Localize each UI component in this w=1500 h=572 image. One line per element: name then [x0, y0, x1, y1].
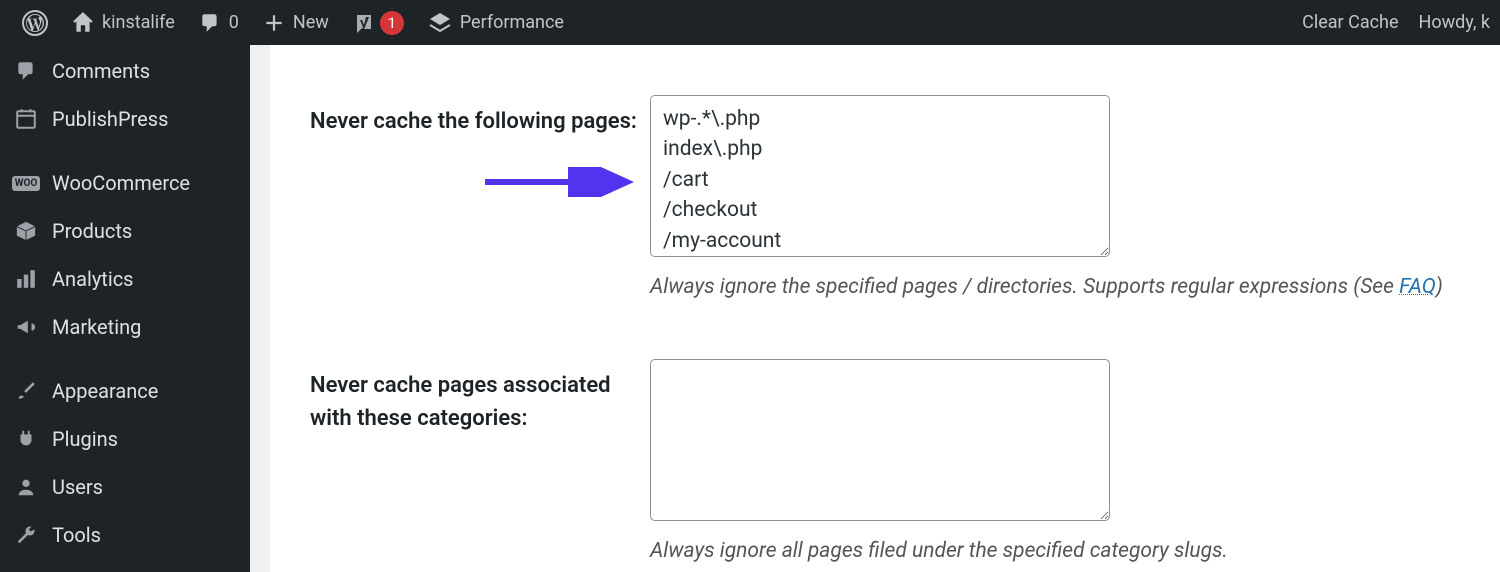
- sidebar-item-label: Analytics: [52, 267, 134, 291]
- site-name-item[interactable]: kinstalife: [60, 0, 187, 45]
- notification-badge: 1: [380, 11, 404, 35]
- never-cache-categories-row: Never cache pages associated with these …: [310, 299, 1500, 563]
- new-label: New: [293, 12, 329, 33]
- sidebar-item-tools[interactable]: Tools: [0, 511, 250, 559]
- sidebar-item-comments[interactable]: Comments: [0, 47, 250, 95]
- never-cache-pages-textarea[interactable]: [650, 95, 1110, 257]
- box-icon: [14, 220, 38, 242]
- sidebar-item-label: Plugins: [52, 427, 118, 451]
- comments-item[interactable]: 0: [187, 0, 251, 45]
- sidebar-item-label: Comments: [52, 59, 150, 83]
- sidebar-item-label: Appearance: [52, 379, 158, 403]
- sidebar-item-label: Users: [52, 475, 103, 499]
- user-icon: [14, 476, 38, 498]
- sidebar-item-publishpress[interactable]: PublishPress: [0, 95, 250, 143]
- sidebar-item-appearance[interactable]: Appearance: [0, 367, 250, 415]
- never-cache-pages-label: Never cache the following pages:: [310, 95, 650, 138]
- clear-cache-item[interactable]: Clear Cache: [1292, 0, 1408, 45]
- bar-chart-icon: [14, 268, 38, 290]
- wp-logo-menu[interactable]: [10, 0, 60, 45]
- wrench-icon: [14, 524, 38, 546]
- yoast-item[interactable]: 1: [341, 0, 416, 45]
- faq-link[interactable]: FAQ: [1399, 275, 1436, 299]
- plus-icon: [263, 12, 285, 34]
- plug-icon: [14, 428, 38, 450]
- admin-sidebar: Comments PublishPress WOO WooCommerce Pr…: [0, 45, 250, 572]
- sidebar-item-label: Tools: [52, 523, 101, 547]
- home-icon: [72, 12, 94, 34]
- settings-content: Never cache the following pages: Always …: [250, 45, 1500, 572]
- sidebar-item-label: Marketing: [52, 315, 141, 339]
- megaphone-icon: [14, 316, 38, 338]
- sidebar-item-label: Products: [52, 219, 132, 243]
- sidebar-item-analytics[interactable]: Analytics: [0, 255, 250, 303]
- sidebar-item-products[interactable]: Products: [0, 207, 250, 255]
- arrow-annotation-icon: [480, 167, 640, 197]
- new-content-item[interactable]: New: [251, 0, 341, 45]
- performance-item[interactable]: Performance: [416, 0, 576, 45]
- wordpress-logo-icon: [22, 10, 48, 36]
- comments-count: 0: [229, 12, 239, 33]
- yoast-icon: [353, 11, 377, 35]
- never-cache-pages-row: Never cache the following pages: Always …: [310, 45, 1500, 299]
- sidebar-item-label: PublishPress: [52, 107, 168, 131]
- comment-icon: [14, 60, 38, 82]
- never-cache-categories-textarea[interactable]: [650, 359, 1110, 521]
- woocommerce-icon: WOO: [14, 176, 38, 191]
- never-cache-categories-label: Never cache pages associated with these …: [310, 359, 650, 435]
- comment-icon: [199, 12, 221, 34]
- sidebar-item-marketing[interactable]: Marketing: [0, 303, 250, 351]
- adminbar-right: Clear Cache Howdy, k: [1292, 0, 1500, 45]
- admin-toolbar: kinstalife 0 New 1 Performan: [0, 0, 1500, 45]
- never-cache-pages-help: Always ignore the specified pages / dire…: [650, 275, 1443, 299]
- performance-label: Performance: [460, 12, 564, 33]
- site-name-label: kinstalife: [102, 12, 175, 33]
- sidebar-item-woocommerce[interactable]: WOO WooCommerce: [0, 159, 250, 207]
- calendar-icon: [14, 108, 38, 130]
- adminbar-left: kinstalife 0 New 1 Performan: [10, 0, 576, 45]
- sidebar-item-plugins[interactable]: Plugins: [0, 415, 250, 463]
- never-cache-categories-help: Always ignore all pages filed under the …: [650, 539, 1228, 563]
- performance-icon: [428, 11, 452, 35]
- brush-icon: [14, 380, 38, 402]
- howdy-item[interactable]: Howdy, k: [1409, 0, 1500, 45]
- sidebar-item-label: WooCommerce: [52, 171, 190, 195]
- sidebar-item-users[interactable]: Users: [0, 463, 250, 511]
